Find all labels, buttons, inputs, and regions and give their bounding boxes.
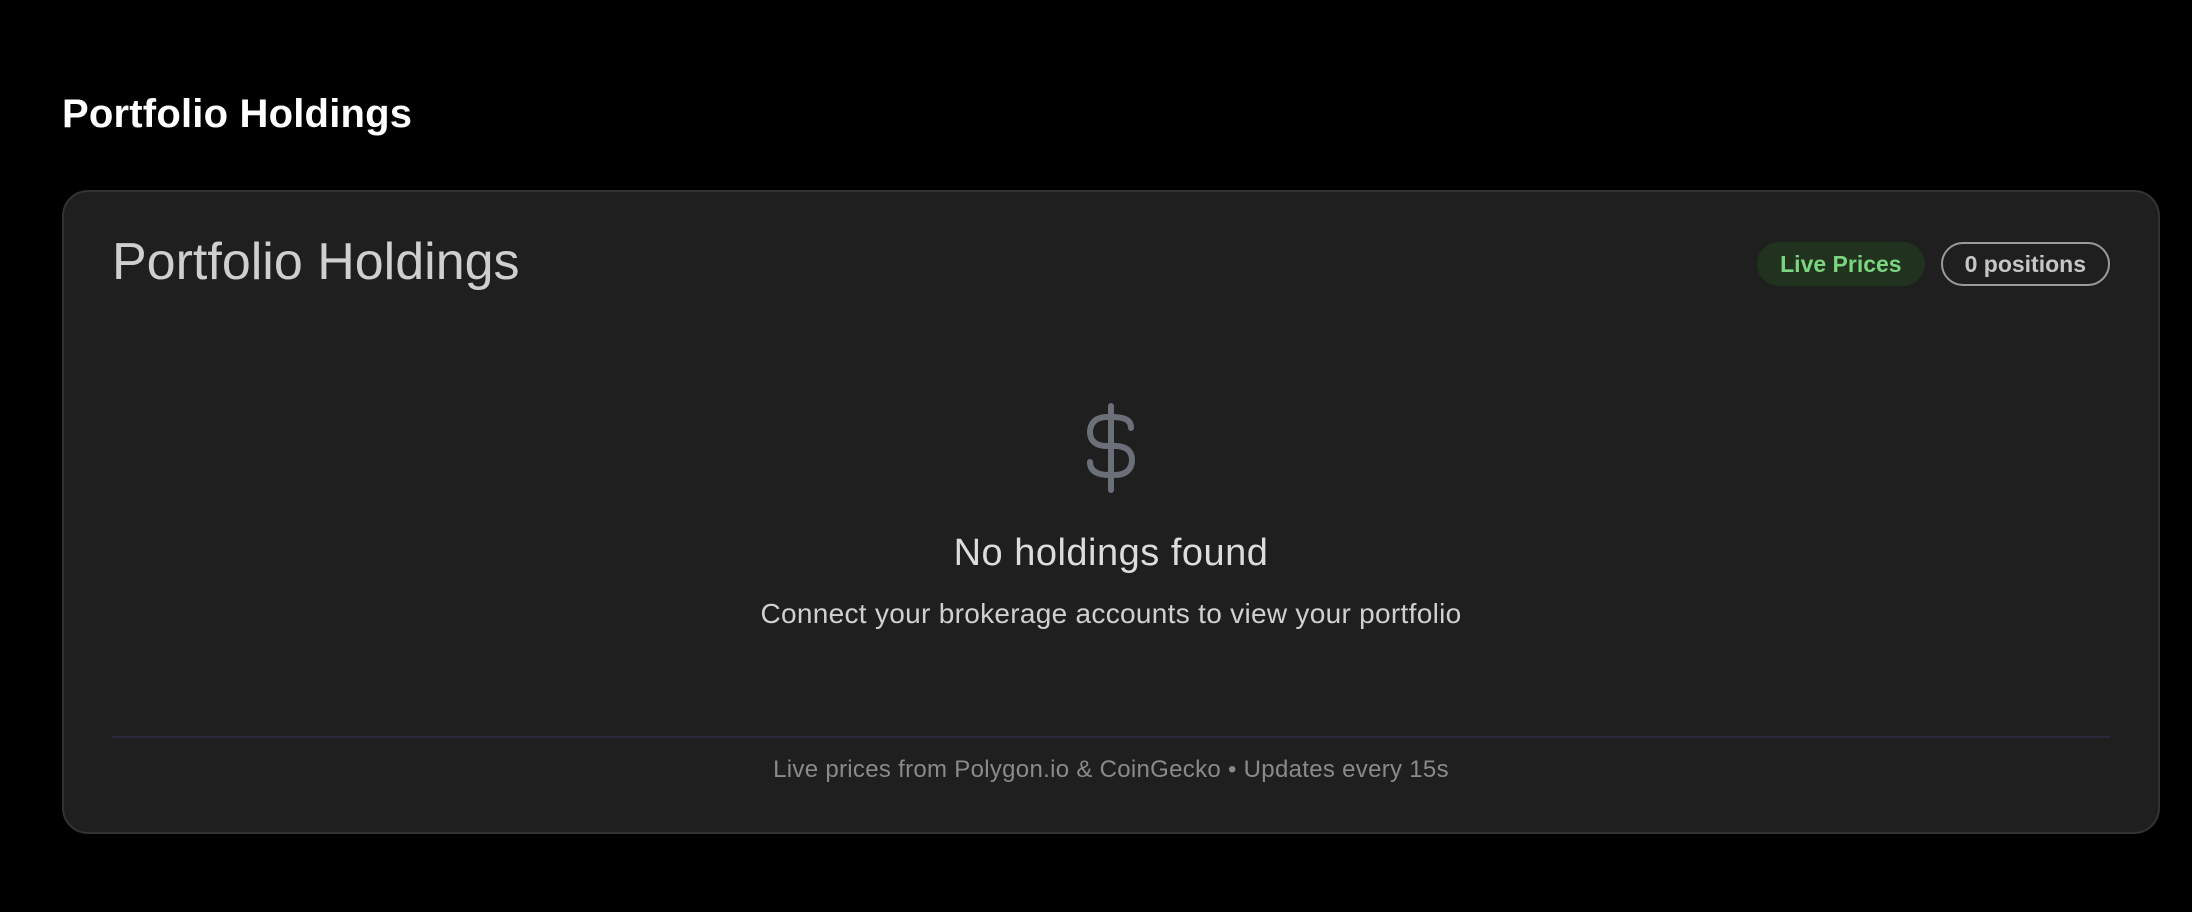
dollar-icon [1087,403,1135,493]
portfolio-holdings-card: Portfolio Holdings Live Prices 0 positio… [62,190,2160,834]
card-title: Portfolio Holdings [112,233,520,291]
positions-count-badge: 0 positions [1940,242,2110,286]
empty-state-subtitle: Connect your brokerage accounts to view … [760,598,1462,629]
page-title: Portfolio Holdings [62,92,413,136]
card-badges: Live Prices 0 positions [1757,242,2110,286]
live-prices-badge: Live Prices [1757,242,1925,286]
empty-state-title: No holdings found [953,532,1269,574]
footer-divider [112,736,2110,738]
footer-note: Live prices from Polygon.io & CoinGecko … [773,756,1449,783]
empty-state: No holdings found Connect your brokerage… [64,402,2158,632]
